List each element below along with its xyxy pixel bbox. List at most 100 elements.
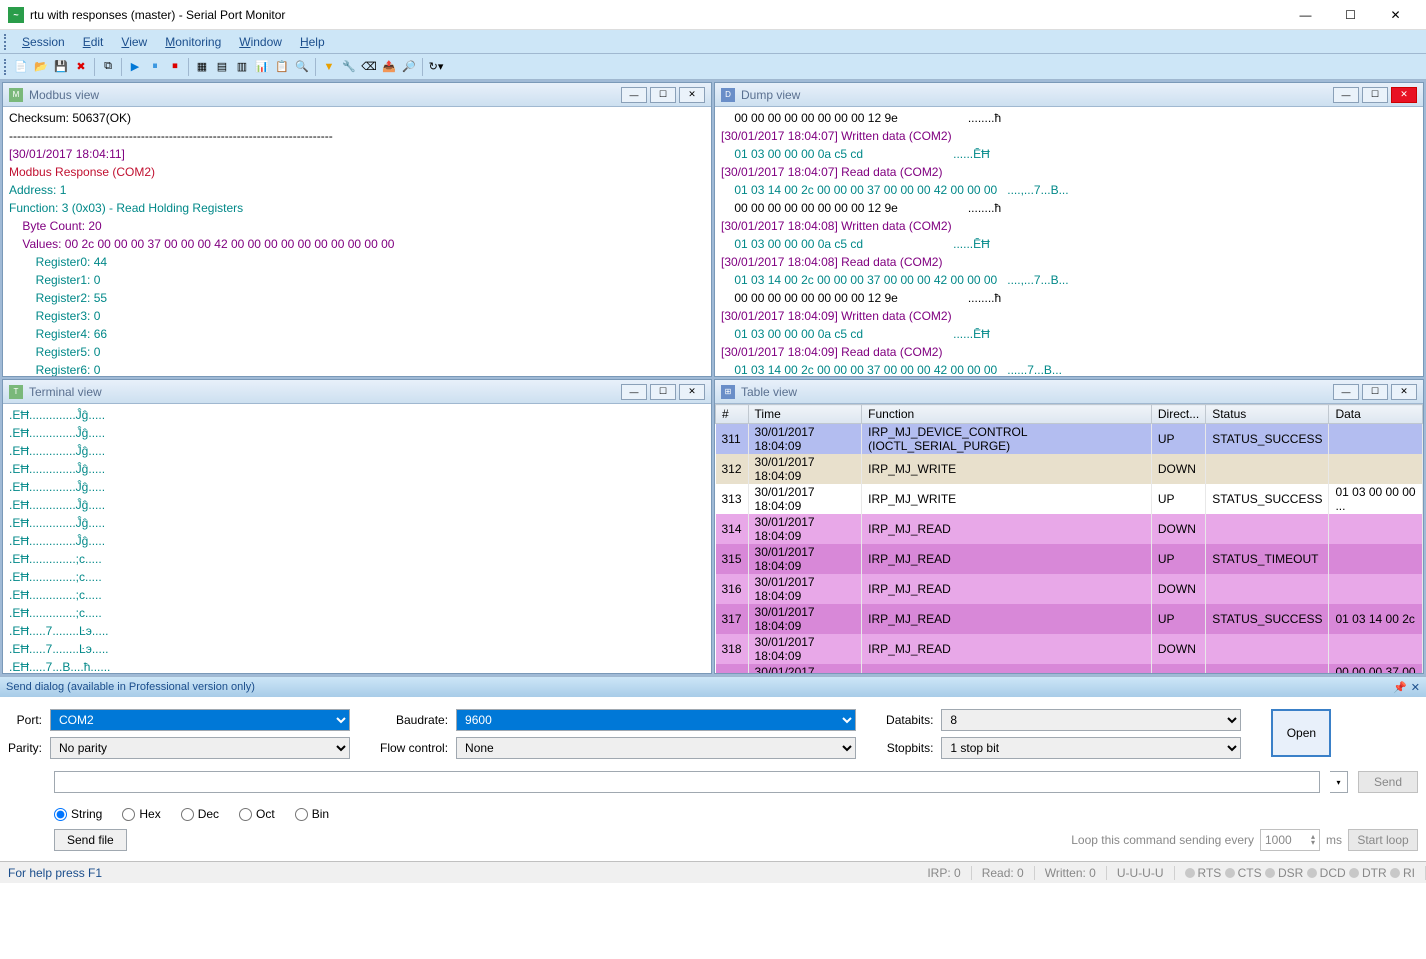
- save-icon[interactable]: 💾: [52, 58, 70, 76]
- play-icon[interactable]: ▶: [126, 58, 144, 76]
- parity-select[interactable]: No parity: [50, 737, 350, 759]
- send-input[interactable]: [54, 771, 1320, 793]
- find-icon[interactable]: 🔎: [400, 58, 418, 76]
- zoom-icon[interactable]: 🔍: [293, 58, 311, 76]
- open-icon[interactable]: 📂: [32, 58, 50, 76]
- table-row[interactable]: 31830/01/2017 18:04:09IRP_MJ_READDOWN: [716, 634, 1423, 664]
- filter-icon[interactable]: ▼: [320, 58, 338, 76]
- panel-max-button[interactable]: ☐: [650, 87, 676, 103]
- flow-select[interactable]: None: [456, 737, 856, 759]
- pause-icon[interactable]: ⏸: [146, 58, 164, 76]
- pin-icon[interactable]: 📌: [1393, 681, 1407, 694]
- table-row[interactable]: 31930/01/2017 18:04:09IRP_MJ_READUPSTATU…: [716, 664, 1423, 673]
- refresh-icon[interactable]: ↻▾: [427, 58, 445, 76]
- status-written: Written: 0: [1035, 866, 1107, 880]
- panel-max-button[interactable]: ☐: [1362, 384, 1388, 400]
- menubar-grip: [4, 34, 8, 50]
- col-direct[interactable]: Direct...: [1151, 405, 1205, 424]
- table-row[interactable]: 31330/01/2017 18:04:09IRP_MJ_WRITEUPSTAT…: [716, 484, 1423, 514]
- panel-close-button[interactable]: ✕: [679, 384, 705, 400]
- titlebar: ~ rtu with responses (master) - Serial P…: [0, 0, 1426, 30]
- chart-icon[interactable]: 📊: [253, 58, 271, 76]
- panel-max-button[interactable]: ☐: [1362, 87, 1388, 103]
- fmt-dec[interactable]: Dec: [181, 807, 219, 821]
- loop-spinner[interactable]: 1000▴▾: [1260, 829, 1320, 851]
- col-function[interactable]: Function: [862, 405, 1152, 424]
- col-status[interactable]: Status: [1206, 405, 1329, 424]
- terminal-icon: T: [9, 385, 23, 399]
- send-close-icon[interactable]: ✕: [1411, 681, 1420, 694]
- baudrate-label: Baudrate:: [380, 713, 448, 727]
- col-time[interactable]: Time: [748, 405, 862, 424]
- dump-panel: D Dump view — ☐ ✕ 00 00 00 00 00 00 00 0…: [714, 82, 1424, 377]
- export-icon[interactable]: 📤: [380, 58, 398, 76]
- stopbits-label: Stopbits:: [886, 741, 933, 755]
- menu-window[interactable]: Window: [231, 33, 290, 51]
- stop-icon[interactable]: ⏹: [166, 58, 184, 76]
- panel-max-button[interactable]: ☐: [650, 384, 676, 400]
- clear-icon[interactable]: ⌫: [360, 58, 378, 76]
- table-row[interactable]: 31630/01/2017 18:04:09IRP_MJ_READDOWN: [716, 574, 1423, 604]
- status-help: For help press F1: [0, 866, 917, 880]
- dump-body[interactable]: 00 00 00 00 00 00 00 00 12 9e ........ħ …: [715, 107, 1423, 376]
- list-icon[interactable]: ▤: [213, 58, 231, 76]
- details-icon[interactable]: ▥: [233, 58, 251, 76]
- menu-view[interactable]: View: [113, 33, 155, 51]
- menu-help[interactable]: Help: [292, 33, 333, 51]
- window-title: rtu with responses (master) - Serial Por…: [30, 8, 1283, 22]
- port-select[interactable]: COM2: [50, 709, 350, 731]
- startloop-button[interactable]: Start loop: [1348, 829, 1418, 851]
- panel-min-button[interactable]: —: [621, 87, 647, 103]
- panel-min-button[interactable]: —: [621, 384, 647, 400]
- send-dropdown-icon[interactable]: ▾: [1330, 771, 1348, 793]
- close-button[interactable]: ✕: [1373, 1, 1418, 29]
- fmt-hex[interactable]: Hex: [122, 807, 160, 821]
- table-row[interactable]: 31430/01/2017 18:04:09IRP_MJ_READDOWN: [716, 514, 1423, 544]
- modbus-body[interactable]: Checksum: 50637(OK)---------------------…: [3, 107, 711, 376]
- grid-icon[interactable]: ▦: [193, 58, 211, 76]
- loop-unit: ms: [1326, 833, 1342, 847]
- workspace: M Modbus view — ☐ ✕ Checksum: 50637(OK)-…: [0, 80, 1426, 676]
- panel-close-button[interactable]: ✕: [1391, 384, 1417, 400]
- table-row[interactable]: 31130/01/2017 18:04:09IRP_MJ_DEVICE_CONT…: [716, 424, 1423, 455]
- loop-label: Loop this command sending every: [1071, 833, 1254, 847]
- parity-label: Parity:: [8, 741, 42, 755]
- stopbits-select[interactable]: 1 stop bit: [941, 737, 1241, 759]
- menubar: Session Edit View Monitoring Window Help: [0, 30, 1426, 54]
- table-row[interactable]: 31730/01/2017 18:04:09IRP_MJ_READUPSTATU…: [716, 604, 1423, 634]
- table-row[interactable]: 31530/01/2017 18:04:09IRP_MJ_READUPSTATU…: [716, 544, 1423, 574]
- modbus-icon: M: [9, 88, 23, 102]
- minimize-button[interactable]: —: [1283, 1, 1328, 29]
- log-icon[interactable]: 📋: [273, 58, 291, 76]
- status-read: Read: 0: [972, 866, 1035, 880]
- port-label: Port:: [8, 713, 42, 727]
- panel-close-button[interactable]: ✕: [1391, 87, 1417, 103]
- menu-session[interactable]: Session: [14, 33, 73, 51]
- menu-monitoring[interactable]: Monitoring: [157, 33, 229, 51]
- maximize-button[interactable]: ☐: [1328, 1, 1373, 29]
- tool-icon[interactable]: 🔧: [340, 58, 358, 76]
- table-row[interactable]: 31230/01/2017 18:04:09IRP_MJ_WRITEDOWN: [716, 454, 1423, 484]
- terminal-body[interactable]: .EĦ..............Ĵĝ......EĦ.............…: [3, 404, 711, 673]
- open-button[interactable]: Open: [1271, 709, 1331, 757]
- fmt-oct[interactable]: Oct: [239, 807, 275, 821]
- new-icon[interactable]: 📄: [12, 58, 30, 76]
- panel-close-button[interactable]: ✕: [679, 87, 705, 103]
- databits-select[interactable]: 8: [941, 709, 1241, 731]
- delete-icon[interactable]: ✖: [72, 58, 90, 76]
- send-button[interactable]: Send: [1358, 771, 1418, 793]
- copy-icon[interactable]: ⧉: [99, 58, 117, 76]
- menu-edit[interactable]: Edit: [75, 33, 112, 51]
- status-irp: IRP: 0: [917, 866, 971, 880]
- status-leds: RTS CTS DSR DCD DTR RI: [1175, 866, 1426, 880]
- fmt-bin[interactable]: Bin: [295, 807, 329, 821]
- panel-min-button[interactable]: —: [1333, 384, 1359, 400]
- sendfile-button[interactable]: Send file: [54, 829, 127, 851]
- fmt-string[interactable]: String: [54, 807, 102, 821]
- table-body[interactable]: #TimeFunctionDirect...StatusData 31130/0…: [715, 404, 1423, 673]
- col-[interactable]: #: [716, 405, 749, 424]
- app-icon: ~: [8, 7, 24, 23]
- panel-min-button[interactable]: —: [1333, 87, 1359, 103]
- col-data[interactable]: Data: [1329, 405, 1423, 424]
- baudrate-select[interactable]: 9600: [456, 709, 856, 731]
